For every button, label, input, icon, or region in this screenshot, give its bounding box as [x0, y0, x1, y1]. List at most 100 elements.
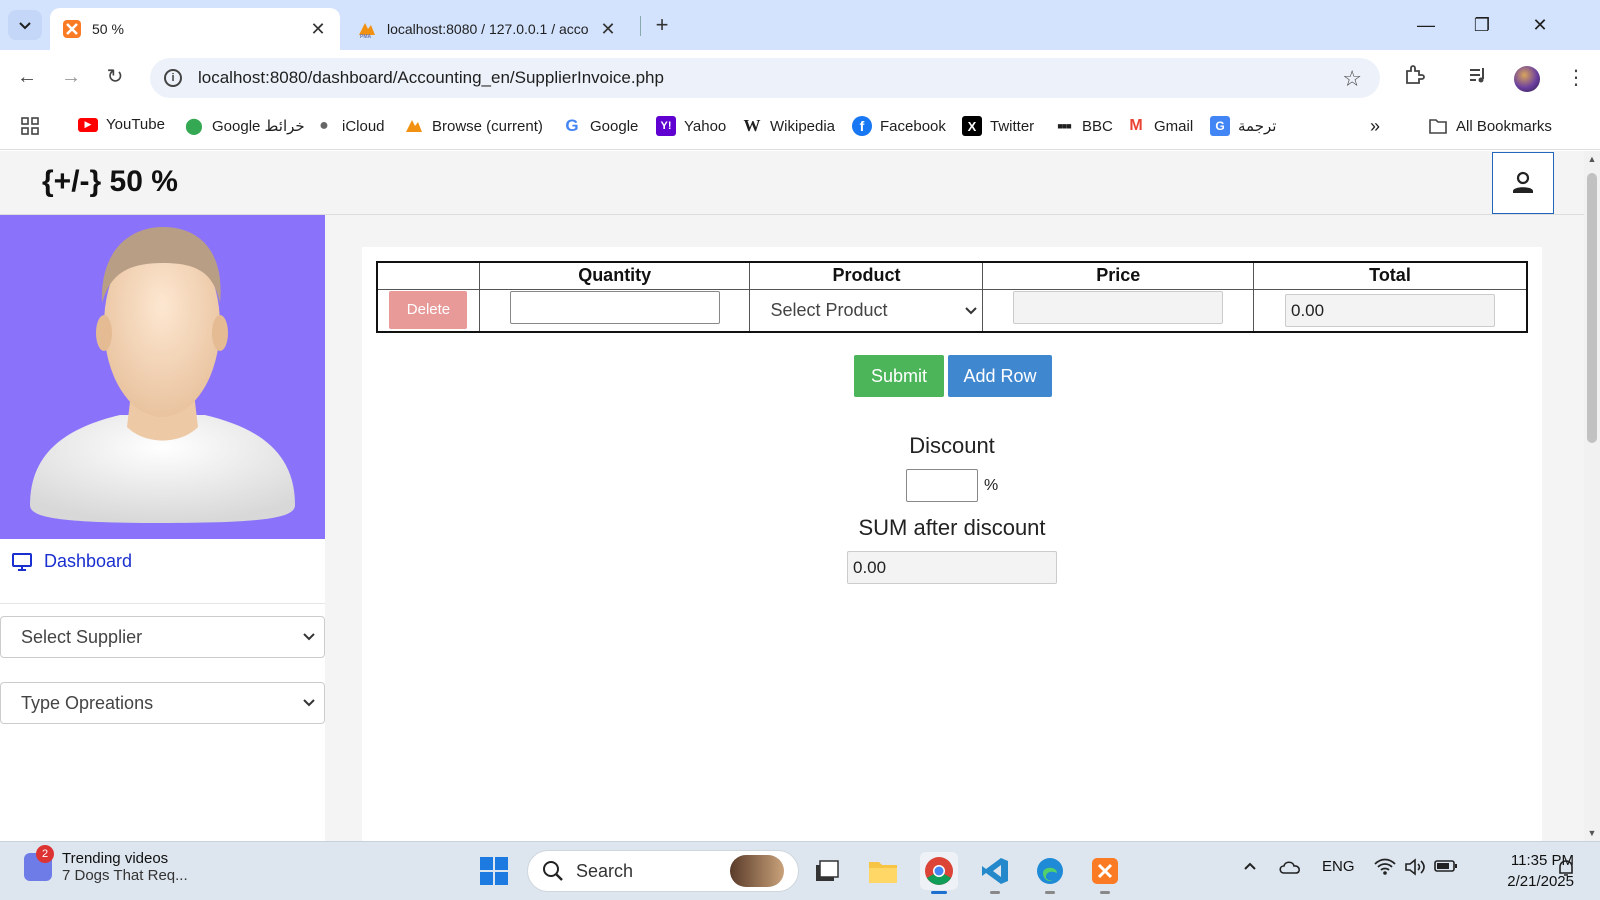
operations-select[interactable]: Type Opreations: [0, 682, 325, 724]
xampp-icon: [62, 19, 82, 39]
translate-icon: G: [1210, 116, 1230, 136]
widget-subtitle: 7 Dogs That Req...: [62, 867, 188, 884]
bookmark-google[interactable]: G Google: [562, 116, 638, 136]
bookmark-browse-current[interactable]: Browse (current): [404, 116, 543, 136]
operations-select-value: Type Opreations: [21, 692, 154, 713]
chevron-down-icon: [965, 307, 978, 315]
phpmyadmin-icon: PMA: [357, 19, 377, 39]
facebook-icon: f: [852, 116, 872, 136]
battery-icon[interactable]: [1434, 858, 1458, 878]
scrollbar-thumb[interactable]: [1587, 173, 1597, 443]
task-view-icon[interactable]: [808, 852, 846, 890]
chrome-icon[interactable]: [920, 852, 958, 894]
add-row-button[interactable]: Add Row: [948, 355, 1052, 397]
browser-tab-bar: 50 % ✕ PMA localhost:8080 / 127.0.0.1 / …: [0, 0, 1600, 50]
product-select[interactable]: Select Product: [750, 291, 983, 330]
sidebar: Dashboard Select Supplier Type Opreation…: [0, 215, 325, 841]
windows-logo-icon: [480, 857, 508, 885]
sum-after-discount-field: 0.00: [847, 551, 1057, 584]
bookmark-facebook[interactable]: f Facebook: [852, 116, 946, 136]
chevron-down-icon: [303, 633, 315, 641]
action-cell: Delete: [376, 288, 480, 333]
brand-title[interactable]: {+/-} 50 %: [42, 165, 178, 199]
profile-avatar: [0, 215, 325, 539]
close-window-icon[interactable]: ✕: [1520, 10, 1560, 40]
bookmark-label: Google: [590, 117, 639, 135]
edge-icon[interactable]: [1031, 852, 1069, 894]
notification-badge: 2: [36, 845, 54, 863]
running-indicator: [990, 891, 1000, 894]
widgets-button[interactable]: 2 Trending videos 7 Dogs That Req...: [24, 845, 188, 884]
quantity-input[interactable]: [509, 291, 720, 325]
page-scrollbar[interactable]: ▲ ▼: [1584, 151, 1600, 841]
table-row: Delete Select Product 0.00: [376, 288, 1528, 333]
bookmark-youtube[interactable]: ▶ YouTube: [78, 116, 165, 133]
discount-input[interactable]: [906, 469, 978, 502]
sidebar-item-dashboard[interactable]: Dashboard: [12, 551, 132, 572]
site-info-icon[interactable]: i: [164, 69, 182, 87]
language-indicator[interactable]: ENG: [1322, 858, 1355, 875]
tab-phpmyadmin[interactable]: PMA localhost:8080 / 127.0.0.1 / acco ✕: [345, 8, 630, 50]
default-user-avatar-icon: [30, 227, 295, 523]
maps-pin-icon: ⬤: [185, 118, 203, 135]
taskbar-search[interactable]: Search: [527, 850, 799, 892]
delete-row-button[interactable]: Delete: [389, 291, 468, 330]
supplier-select[interactable]: Select Supplier: [0, 616, 325, 658]
total-input: 0.00: [1285, 293, 1495, 327]
quantity-cell: [478, 288, 751, 333]
bookmark-yahoo[interactable]: Y! Yahoo: [656, 116, 726, 136]
scroll-down-arrow-icon[interactable]: ▼: [1584, 825, 1600, 841]
column-header-price: Price: [982, 261, 1254, 290]
close-tab-icon[interactable]: ✕: [308, 19, 328, 40]
bookmark-star-icon[interactable]: ☆: [1342, 66, 1362, 92]
tab-search-button[interactable]: [8, 10, 42, 40]
apple-icon: ●: [319, 117, 329, 134]
tray-overflow-chevron-icon[interactable]: [1242, 858, 1258, 878]
bookmark-wikipedia[interactable]: W Wikipedia: [742, 116, 836, 136]
bookmark-google-maps[interactable]: ⬤ Google خرائط: [184, 116, 305, 136]
wifi-icon[interactable]: [1374, 858, 1396, 880]
tab-title: localhost:8080 / 127.0.0.1 / acco: [387, 21, 589, 37]
profile-avatar-icon[interactable]: [1514, 66, 1540, 92]
media-control-icon[interactable]: [1464, 64, 1492, 92]
extensions-icon[interactable]: [1400, 64, 1428, 92]
apps-grid-icon[interactable]: [20, 116, 40, 136]
back-icon[interactable]: ←: [12, 62, 42, 92]
price-cell: [982, 288, 1254, 333]
submit-button[interactable]: Submit: [854, 355, 944, 397]
bookmark-translate[interactable]: G ترجمة: [1210, 116, 1276, 136]
invoice-panel: Quantity Product Price Total Delete Sele…: [362, 247, 1542, 841]
active-indicator: [931, 891, 947, 894]
start-button[interactable]: [475, 852, 513, 890]
minimize-icon[interactable]: —: [1406, 10, 1446, 40]
forward-icon[interactable]: →: [56, 62, 86, 92]
xampp-icon[interactable]: [1086, 852, 1124, 894]
close-tab-icon[interactable]: ✕: [598, 19, 618, 40]
menu-kebab-icon[interactable]: ⋮: [1562, 64, 1590, 92]
new-tab-button[interactable]: +: [648, 12, 676, 40]
file-explorer-icon[interactable]: [864, 852, 902, 890]
all-bookmarks[interactable]: All Bookmarks: [1428, 116, 1552, 136]
more-bookmarks-icon[interactable]: »: [1370, 116, 1380, 137]
scroll-up-arrow-icon[interactable]: ▲: [1584, 151, 1600, 167]
address-bar[interactable]: i localhost:8080/dashboard/Accounting_en…: [150, 58, 1380, 98]
sum-after-discount-label: SUM after discount: [858, 515, 1046, 540]
vscode-icon[interactable]: [976, 852, 1014, 894]
bookmark-icloud[interactable]: ● iCloud: [314, 116, 384, 136]
bookmark-twitter[interactable]: X Twitter: [962, 116, 1034, 136]
notifications-bell-icon[interactable]: [1556, 858, 1576, 882]
bookmark-label: Gmail: [1154, 117, 1194, 135]
bookmark-label: YouTube: [106, 116, 165, 133]
table-header-row: Quantity Product Price Total: [376, 261, 1528, 290]
volume-icon[interactable]: [1404, 858, 1426, 880]
onedrive-cloud-icon[interactable]: [1278, 858, 1302, 880]
reload-icon[interactable]: ↻: [100, 62, 130, 92]
tab-active[interactable]: 50 % ✕: [50, 8, 340, 50]
user-menu-button[interactable]: [1492, 152, 1554, 214]
restore-icon[interactable]: ❐: [1462, 10, 1502, 40]
bookmark-bbc[interactable]: ■■■ BBC: [1054, 116, 1113, 136]
column-header-product: Product: [749, 261, 984, 290]
product-cell: Select Product: [749, 288, 984, 333]
dashboard-label: Dashboard: [44, 551, 133, 571]
bookmark-gmail[interactable]: M Gmail: [1126, 116, 1193, 136]
